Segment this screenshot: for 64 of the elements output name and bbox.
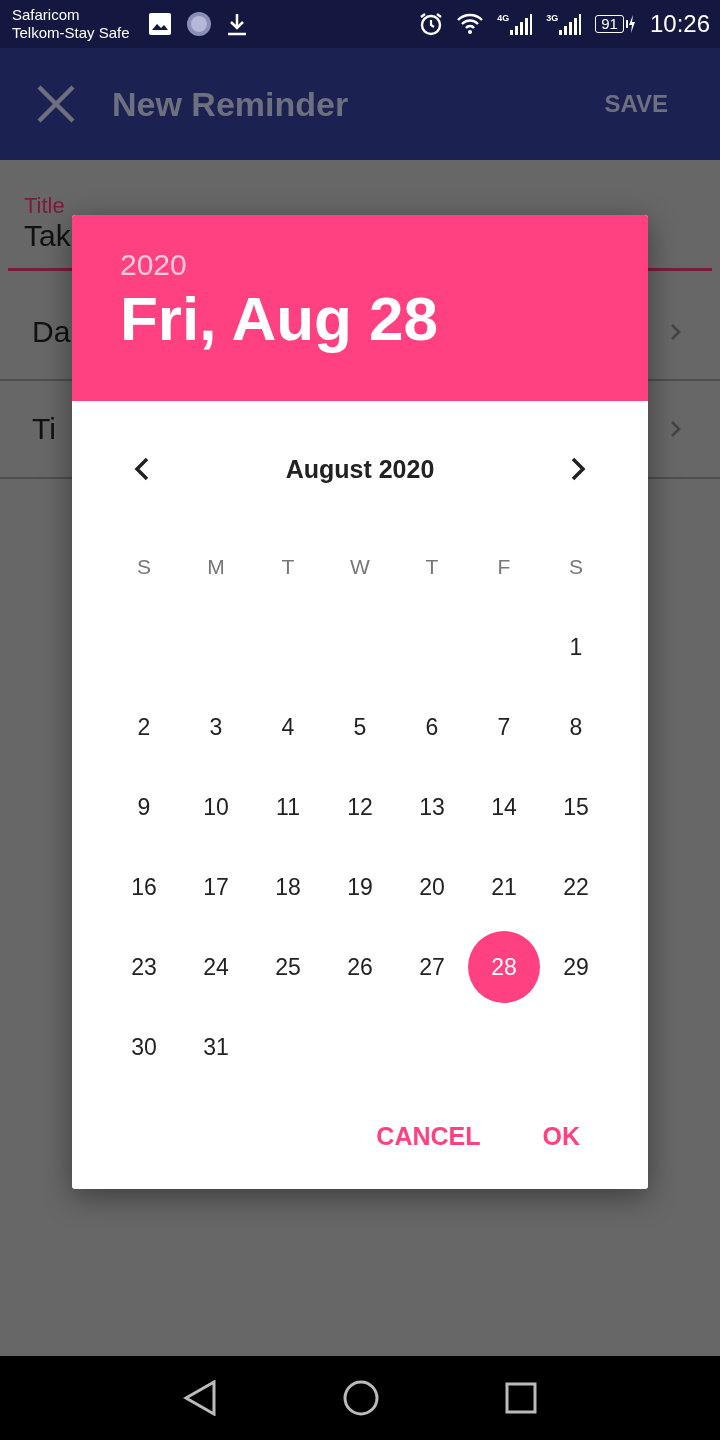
calendar-day[interactable]: 23 xyxy=(108,931,180,1003)
carrier-name: Safaricom xyxy=(12,6,81,24)
screen-title: New Reminder xyxy=(112,84,350,124)
weekday-label: F xyxy=(496,554,512,580)
calendar-day[interactable]: 11 xyxy=(252,771,324,843)
carrier-name: Telkom-Stay Safe xyxy=(12,24,130,42)
calendar-day[interactable]: 9 xyxy=(108,771,180,843)
weekday-label: W xyxy=(349,554,371,580)
calendar-day[interactable]: 1 xyxy=(540,611,612,683)
calendar-day[interactable]: 31 xyxy=(180,1011,252,1083)
month-title: August 2020 xyxy=(285,454,435,484)
chevron-right-icon[interactable] xyxy=(570,457,586,481)
calendar-day[interactable]: 17 xyxy=(180,851,252,923)
calendar-day[interactable]: 15 xyxy=(540,771,612,843)
calendar-day[interactable]: 29 xyxy=(540,931,612,1003)
weekday-label: M xyxy=(206,554,226,580)
calendar-day[interactable]: 24 xyxy=(180,931,252,1003)
calendar-day[interactable]: 7 xyxy=(468,691,540,763)
recents-icon[interactable] xyxy=(505,1382,537,1414)
calendar-day[interactable]: 19 xyxy=(324,851,396,923)
calendar-day[interactable]: 26 xyxy=(324,931,396,1003)
weekday-label: T xyxy=(424,554,440,580)
calendar-day[interactable]: 14 xyxy=(468,771,540,843)
row-label: Da xyxy=(32,315,71,349)
clock-time: 10:26 xyxy=(649,10,710,38)
calendar-day[interactable]: 6 xyxy=(396,691,468,763)
signal-icon xyxy=(510,13,533,35)
calendar-day[interactable]: 20 xyxy=(396,851,468,923)
calendar-day[interactable]: 10 xyxy=(180,771,252,843)
network-type: 4G xyxy=(497,13,510,23)
image-icon xyxy=(147,12,172,36)
row-label: Ti xyxy=(32,412,56,446)
loading-icon xyxy=(185,11,212,37)
calendar-day[interactable]: 4 xyxy=(252,691,324,763)
wifi-icon xyxy=(457,13,484,35)
calendar-day[interactable]: 2 xyxy=(108,691,180,763)
calendar-day[interactable]: 18 xyxy=(252,851,324,923)
close-icon[interactable] xyxy=(36,84,76,124)
calendar-day[interactable]: 27 xyxy=(396,931,468,1003)
calendar-day[interactable]: 12 xyxy=(324,771,396,843)
calendar-day[interactable]: 13 xyxy=(396,771,468,843)
home-icon[interactable] xyxy=(343,1380,379,1416)
calendar-day[interactable]: 3 xyxy=(180,691,252,763)
selected-date: Fri, Aug 28 xyxy=(120,283,440,355)
download-icon xyxy=(225,12,248,36)
weekday-label: S xyxy=(568,554,584,580)
back-icon[interactable] xyxy=(183,1380,217,1416)
calendar-day[interactable]: 8 xyxy=(540,691,612,763)
calendar-day[interactable]: 21 xyxy=(468,851,540,923)
alarm-icon xyxy=(419,12,444,36)
weekday-label: S xyxy=(136,554,152,580)
battery-level: 91 xyxy=(595,15,624,33)
chevron-right-icon xyxy=(670,420,682,438)
network-type: 3G xyxy=(546,13,559,23)
charging-icon xyxy=(625,14,636,34)
calendar-day[interactable]: 30 xyxy=(108,1011,180,1083)
signal-icon xyxy=(559,13,582,35)
calendar-day[interactable]: 22 xyxy=(540,851,612,923)
chevron-left-icon[interactable] xyxy=(134,457,150,481)
chevron-right-icon xyxy=(670,323,682,341)
calendar-day[interactable]: 16 xyxy=(108,851,180,923)
calendar-day[interactable]: 5 xyxy=(324,691,396,763)
weekday-label: T xyxy=(280,554,296,580)
calendar-day[interactable]: 25 xyxy=(252,931,324,1003)
